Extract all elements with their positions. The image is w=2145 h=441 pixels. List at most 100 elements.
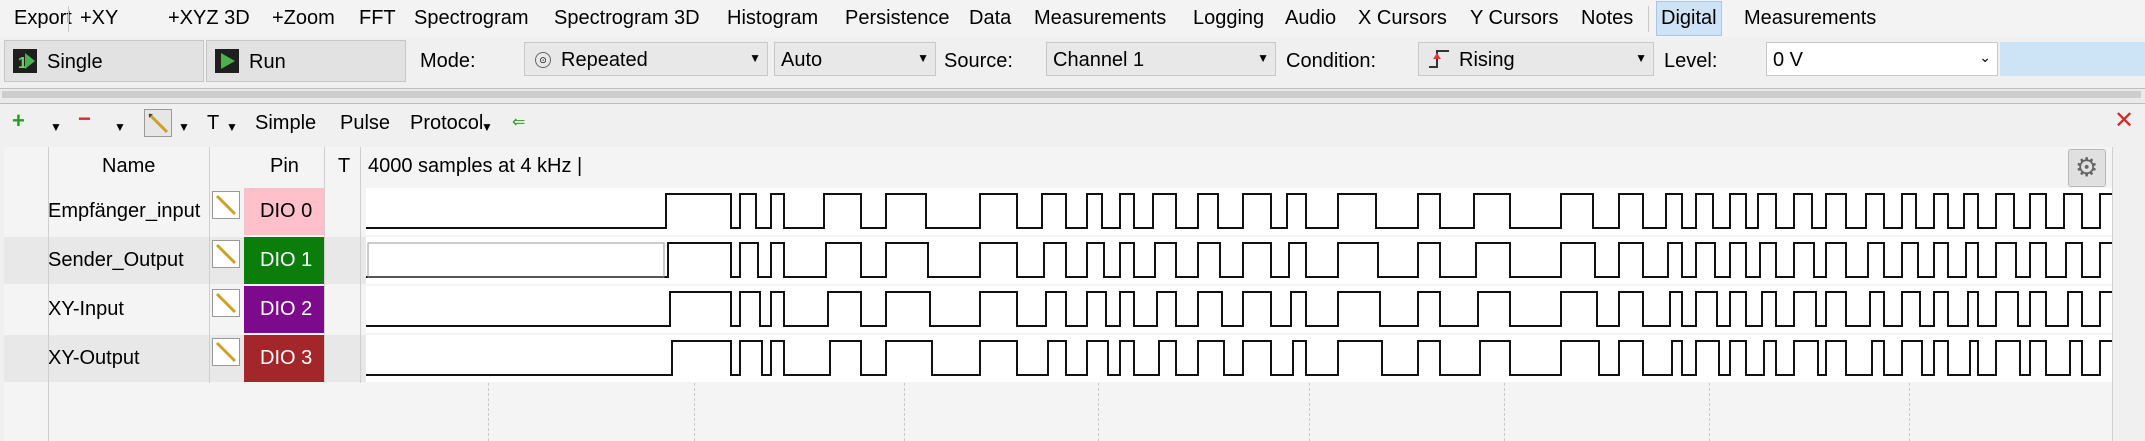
chevron-down-icon: ▼ (1257, 51, 1269, 65)
menu-spectrogram[interactable]: Spectrogram (410, 0, 533, 37)
t-menu[interactable]: T (207, 112, 219, 135)
channel-name: Empfänger_input (48, 200, 201, 222)
rising-edge-icon (1429, 50, 1449, 68)
waveform-area[interactable] (366, 188, 2112, 235)
remove-dropdown-icon[interactable]: ▼ (114, 120, 126, 134)
pencil-icon[interactable] (212, 338, 240, 366)
column-divider (324, 147, 325, 383)
add-icon[interactable]: + (12, 108, 25, 134)
waveform-area[interactable] (366, 335, 2112, 382)
source-select[interactable]: Channel 1 ▼ (1046, 42, 1276, 76)
source-value: Channel 1 (1053, 49, 1145, 71)
channel-name: XY-Output (48, 347, 140, 369)
menu-add-xy[interactable]: +XY (76, 0, 122, 37)
add-dropdown-icon[interactable]: ▼ (50, 120, 62, 134)
selection-box (367, 242, 665, 278)
header-pin: Pin (270, 155, 299, 177)
channel-name: Sender_Output (48, 249, 184, 271)
grid-line (488, 383, 489, 441)
protocol-dropdown-icon[interactable]: ▼ (481, 120, 493, 134)
remove-icon[interactable]: − (78, 106, 91, 132)
menu-persistence[interactable]: Persistence (841, 0, 954, 37)
waveform-trace (366, 193, 2112, 229)
waveform-trace (366, 291, 2112, 327)
chevron-down-icon: ▼ (1635, 51, 1647, 65)
menu-audio[interactable]: Audio (1281, 0, 1340, 37)
waveform-trace (366, 340, 2112, 376)
samples-info: 4000 samples at 4 kHz | (368, 155, 583, 177)
menu-fft[interactable]: FFT (355, 0, 400, 37)
back-arrow-icon[interactable]: ⇐ (512, 112, 525, 132)
waveform-trace (366, 242, 2112, 278)
menu-data[interactable]: Data (965, 0, 1015, 37)
grid-line (1309, 383, 1310, 441)
condition-label: Condition: (1286, 50, 1377, 72)
single-label: Single (47, 51, 103, 73)
run-button[interactable]: Run (206, 40, 406, 82)
single-button[interactable]: 1 Single (4, 40, 204, 82)
simple-button[interactable]: Simple (255, 112, 316, 135)
run-icon (215, 49, 239, 73)
edit-icon[interactable] (144, 109, 172, 137)
repeat-icon: ⊙ (535, 52, 551, 68)
edit-dropdown-icon[interactable]: ▼ (178, 120, 190, 134)
pin-label: DIO 3 (260, 347, 313, 369)
column-divider (48, 147, 49, 441)
scrollbar-thumb[interactable] (2, 91, 2141, 98)
menu-add-zoom[interactable]: +Zoom (268, 0, 339, 37)
chevron-down-icon: ⌄ (1979, 49, 1991, 65)
protocol-button[interactable]: Protocol (410, 112, 483, 135)
channel-name: XY-Input (48, 298, 124, 320)
pin-badge: DIO 0 (244, 188, 324, 235)
mode-select[interactable]: ⊙ Repeated ▼ (524, 42, 768, 76)
grid-line (904, 383, 905, 441)
menu-y-cursors[interactable]: Y Cursors (1466, 0, 1563, 37)
acquisition-toolbar: 1 Single Run Mode: ⊙ Repeated ▼ Auto ▼ S… (0, 37, 2145, 87)
pulse-button[interactable]: Pulse (340, 112, 390, 135)
menu-measurements-2[interactable]: Measurements (1740, 0, 1880, 37)
level-input[interactable]: 0 V ⌄ (1766, 42, 1998, 76)
column-divider (209, 147, 210, 383)
pencil-icon[interactable] (212, 191, 240, 219)
pin-label: DIO 1 (260, 249, 313, 271)
channel-row[interactable]: XY-Input DIO 2 (4, 286, 2112, 333)
pin-label: DIO 2 (260, 298, 313, 320)
pin-badge: DIO 2 (244, 286, 324, 333)
menu-separator (1648, 6, 1649, 32)
menu-logging[interactable]: Logging (1189, 0, 1268, 37)
menu-digital[interactable]: Digital (1656, 1, 1722, 36)
menu-notes[interactable]: Notes (1577, 0, 1637, 37)
channel-row[interactable]: Empfänger_input DIO 0 (4, 188, 2112, 235)
waveform-signal (366, 340, 2112, 376)
grid-line (1098, 383, 1099, 441)
mode-value: Repeated (561, 49, 648, 71)
menu-spectrogram-3d[interactable]: Spectrogram 3D (550, 0, 704, 37)
waveform-area[interactable] (366, 237, 2112, 284)
settings-button[interactable]: ⚙ (2068, 149, 2106, 187)
t-dropdown-icon[interactable]: ▼ (226, 120, 238, 134)
auto-select[interactable]: Auto ▼ (774, 42, 936, 76)
menu-bar: Export +XY +XYZ 3D +Zoom FFT Spectrogram… (0, 0, 2145, 37)
channel-row[interactable]: Sender_Output DIO 1 (4, 237, 2112, 284)
level-label: Level: (1664, 50, 1718, 72)
waveform-signal (366, 291, 2112, 327)
vertical-scrollbar[interactable] (2112, 147, 2145, 441)
close-icon[interactable]: ✕ (2114, 106, 2134, 135)
condition-value: Rising (1459, 49, 1515, 71)
menu-measurements[interactable]: Measurements (1030, 0, 1170, 37)
grid-line (1909, 383, 1910, 441)
waveform-area[interactable] (366, 286, 2112, 333)
menu-x-cursors[interactable]: X Cursors (1354, 0, 1451, 37)
grid-line (1504, 383, 1505, 441)
header-name: Name (102, 155, 156, 177)
chevron-down-icon: ▼ (749, 51, 761, 65)
chevron-down-icon: ▼ (917, 51, 929, 65)
menu-add-xyz-3d[interactable]: +XYZ 3D (164, 0, 254, 37)
pin-badge: DIO 3 (244, 335, 324, 382)
pencil-icon[interactable] (212, 240, 240, 268)
condition-select[interactable]: Rising ▼ (1418, 42, 1654, 76)
menu-export[interactable]: Export (10, 0, 76, 37)
menu-histogram[interactable]: Histogram (723, 0, 822, 37)
pencil-icon[interactable] (212, 289, 240, 317)
channel-row[interactable]: XY-Output DIO 3 (4, 335, 2112, 382)
